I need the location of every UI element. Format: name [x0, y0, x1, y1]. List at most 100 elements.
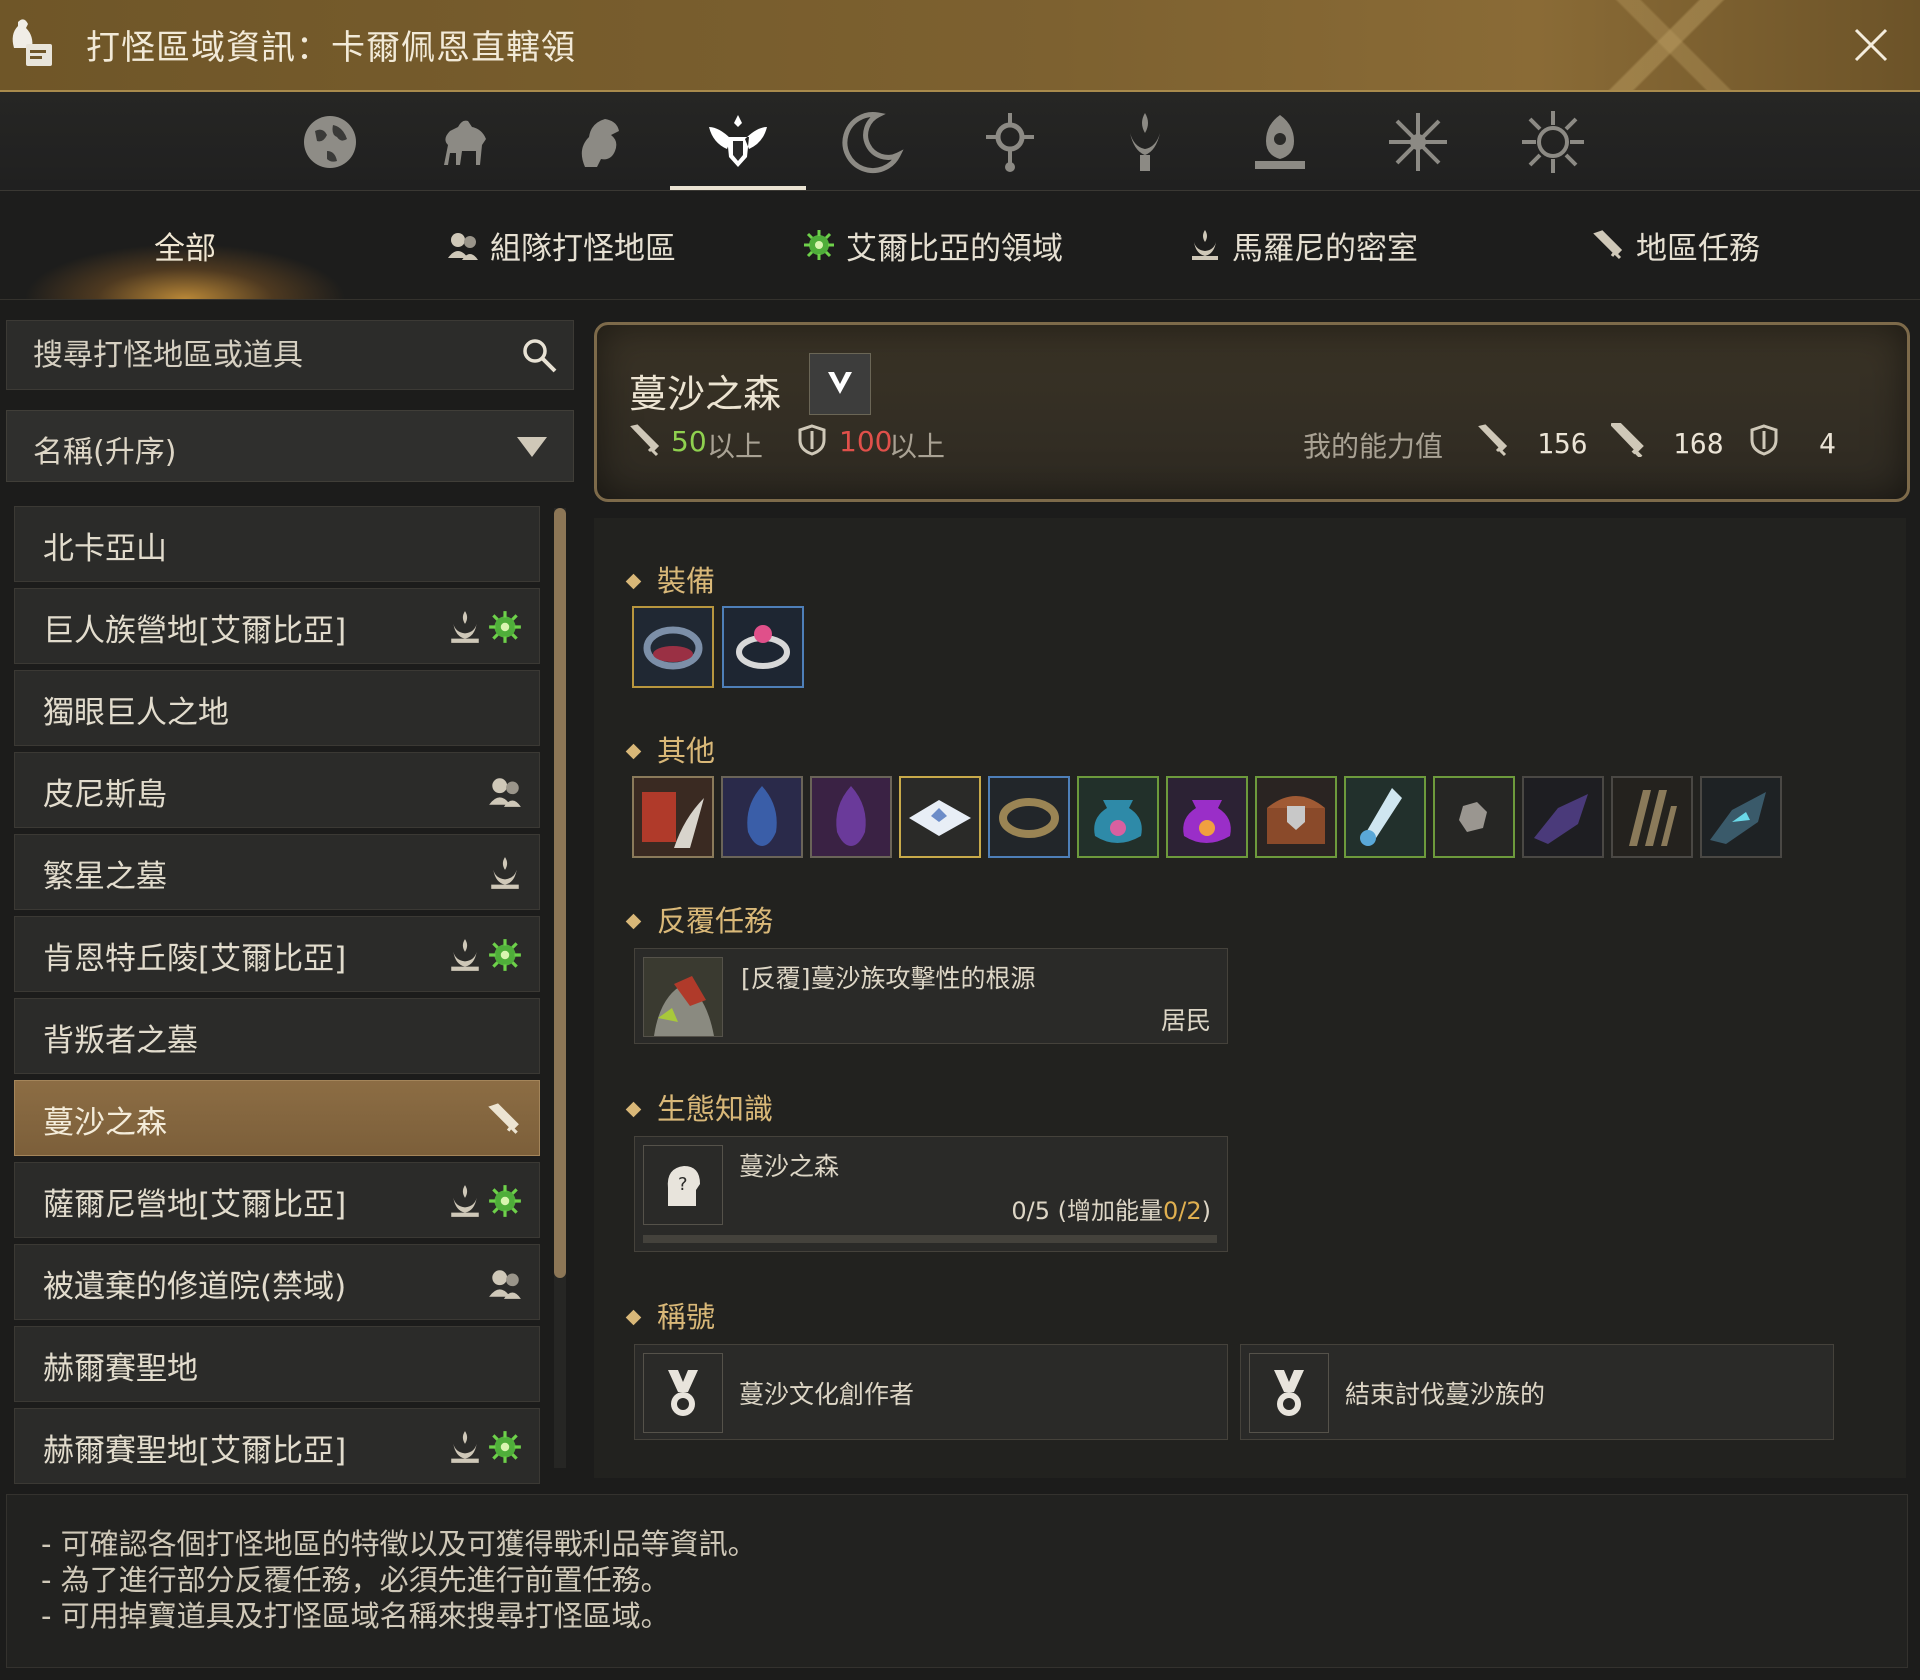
tab-marni-lab[interactable]: 馬羅尼的密室 — [1188, 191, 1418, 299]
section-repeat-quest-label: 反覆任務 — [657, 904, 774, 938]
section-ecology-label: 生態知識 — [657, 1092, 774, 1126]
zone-item-label: 繁星之墓 — [43, 859, 167, 895]
loot-item-6[interactable] — [1077, 776, 1159, 858]
my-stats-label: 我的能力值 — [1303, 430, 1444, 463]
ecology-knowledge-card[interactable]: ? 蔓沙之森 0/5 (增加能量0/2) — [634, 1136, 1228, 1252]
loot-item-2[interactable] — [721, 776, 803, 858]
region-icon-row — [0, 92, 1920, 191]
zone-item-kent-hills-elvia[interactable]: 肯恩特丘陵[艾爾比亞] — [14, 916, 540, 992]
section-other-label: 其他 — [657, 734, 716, 768]
zone-item-label: 薩爾尼營地[艾爾比亞] — [43, 1187, 347, 1223]
section-equipment-title: 裝備 — [625, 558, 715, 600]
ecology-progress-bar — [643, 1235, 1217, 1243]
blue-crystal-shard-icon — [723, 778, 801, 856]
zone-item-label: 被遺棄的修道院(禁域) — [43, 1269, 347, 1305]
section-titles-title: 稱號 — [625, 1294, 716, 1336]
loot-item-7[interactable] — [1166, 776, 1248, 858]
repeat-quest-card[interactable]: [反覆]蔓沙族攻擊性的根源 居民 — [634, 948, 1228, 1044]
tab-region-quests[interactable]: 地區任務 — [1592, 191, 1760, 299]
zone-item-north-kaia[interactable]: 北卡亞山 — [14, 506, 540, 582]
region-tab-snowflake[interactable] — [1378, 102, 1458, 182]
region-tab-sun-ring[interactable] — [970, 102, 1050, 182]
diamond-bullet-icon — [625, 743, 642, 760]
purple-crystal-shard-icon — [812, 778, 890, 856]
sort-selected-label: 名稱(升序) — [33, 435, 177, 470]
zone-item-pinnis-island[interactable]: 皮尼斯島 — [14, 752, 540, 828]
elvia-icon — [489, 939, 521, 971]
title-card-1[interactable]: 蔓沙文化創作者 — [634, 1344, 1228, 1440]
zone-list-scrollbar[interactable] — [554, 508, 566, 1278]
region-tab-globe[interactable] — [290, 102, 370, 182]
loot-item-11[interactable] — [1522, 776, 1604, 858]
region-tab-lion[interactable] — [560, 102, 640, 182]
region-tab-radiant-star[interactable] — [1513, 102, 1593, 182]
npc-portrait-icon — [644, 958, 722, 1036]
region-tab-moon[interactable] — [833, 102, 913, 182]
loot-item-1[interactable] — [632, 776, 714, 858]
close-button[interactable] — [1850, 24, 1892, 66]
flame-crown-icon — [451, 1185, 479, 1217]
zone-item-cyclops-land[interactable]: 獨眼巨人之地 — [14, 670, 540, 746]
tab-elvia-realm-label: 艾爾比亞的領域 — [846, 230, 1063, 267]
elvia-icon — [489, 611, 521, 643]
medal-icon — [1250, 1354, 1328, 1432]
tab-party-zones[interactable]: 組隊打怪地區 — [446, 191, 676, 299]
medal-icon — [644, 1354, 722, 1432]
flame-crown-icon — [451, 1431, 479, 1463]
info-line-3: - 可用掉寶道具及打怪區域名稱來搜尋打怪區域。 — [41, 1599, 670, 1633]
loot-item-9[interactable] — [1344, 776, 1426, 858]
knowledge-portrait: ? — [643, 1145, 723, 1225]
equipment-item-bracelet[interactable] — [632, 606, 714, 688]
my-dp-value: 4 — [1819, 427, 1836, 460]
sun-ring-icon — [986, 113, 1034, 172]
zone-item-label: 皮尼斯島 — [43, 777, 167, 813]
flame-tree-icon — [1130, 113, 1160, 171]
elvia-icon — [489, 1431, 521, 1463]
chevron-down-icon — [828, 372, 852, 394]
zone-item-giant-camp-elvia[interactable]: 巨人族營地[艾爾比亞] — [14, 588, 540, 664]
region-tab-flame-tree[interactable] — [1105, 102, 1185, 182]
tab-party-zones-label: 組隊打怪地區 — [490, 230, 676, 267]
help-info-box: - 可確認各個打怪地區的特徵以及可獲得戰利品等資訊。 - 為了進行部分反覆任務，… — [6, 1494, 1908, 1668]
defense-shield-icon — [798, 424, 826, 456]
loot-item-13[interactable] — [1700, 776, 1782, 858]
lotus-crown-icon — [1255, 115, 1305, 169]
loot-item-8[interactable] — [1255, 776, 1337, 858]
tab-elvia-realm[interactable]: 艾爾比亞的領域 — [802, 191, 1063, 299]
search-icon[interactable] — [519, 335, 559, 375]
zone-item-traitor-tomb[interactable]: 背叛者之墓 — [14, 998, 540, 1074]
sort-dropdown[interactable]: 名稱(升序) — [6, 410, 574, 482]
category-tab-row: 全部 組隊打怪地區 艾爾比亞的領域 馬羅尼的密室 地區任務 — [0, 191, 1920, 300]
zone-item-starry-tomb[interactable]: 繁星之墓 — [14, 834, 540, 910]
loot-item-10[interactable] — [1433, 776, 1515, 858]
elvia-icon — [804, 230, 834, 260]
title-card-2[interactable]: 結束討伐蔓沙族的 — [1240, 1344, 1834, 1440]
equipment-item-ring[interactable] — [722, 606, 804, 688]
close-icon — [1854, 28, 1888, 62]
repeat-quest-title: [反覆]蔓沙族攻擊性的根源 — [741, 964, 1036, 993]
region-tab-lotus-crown[interactable] — [1240, 102, 1320, 182]
tab-all[interactable]: 全部 — [0, 191, 370, 299]
section-titles-label: 稱號 — [657, 1300, 716, 1334]
tab-region-quests-label: 地區任務 — [1636, 230, 1760, 267]
region-tab-horse[interactable] — [425, 102, 505, 182]
region-active-indicator — [670, 186, 806, 190]
zone-item-hexe-sanctuary-elvia[interactable]: 赫爾賽聖地[艾爾比亞] — [14, 1408, 540, 1484]
zone-item-sarni-camp-elvia[interactable]: 薩爾尼營地[艾爾比亞] — [14, 1162, 540, 1238]
flame-crown-icon — [451, 939, 479, 971]
region-tab-winged-crest[interactable] — [698, 102, 778, 182]
loot-item-3[interactable] — [810, 776, 892, 858]
party-icon — [448, 233, 478, 260]
required-ap-suffix: 以上 — [707, 430, 764, 463]
zone-item-mansha-forest[interactable]: 蔓沙之森 — [14, 1080, 540, 1156]
loot-item-5[interactable] — [988, 776, 1070, 858]
loot-item-4[interactable] — [899, 776, 981, 858]
zone-item-label: 肯恩特丘陵[艾爾比亞] — [43, 941, 347, 977]
zone-variant-dropdown[interactable] — [809, 353, 871, 415]
loot-item-12[interactable] — [1611, 776, 1693, 858]
title-bar-ornament — [1540, 0, 1800, 90]
search-input[interactable] — [31, 331, 505, 379]
zone-item-abandoned-monastery[interactable]: 被遺棄的修道院(禁域) — [14, 1244, 540, 1320]
zone-item-hexe-sanctuary[interactable]: 赫爾賽聖地 — [14, 1326, 540, 1402]
tab-marni-lab-label: 馬羅尼的密室 — [1232, 230, 1418, 267]
